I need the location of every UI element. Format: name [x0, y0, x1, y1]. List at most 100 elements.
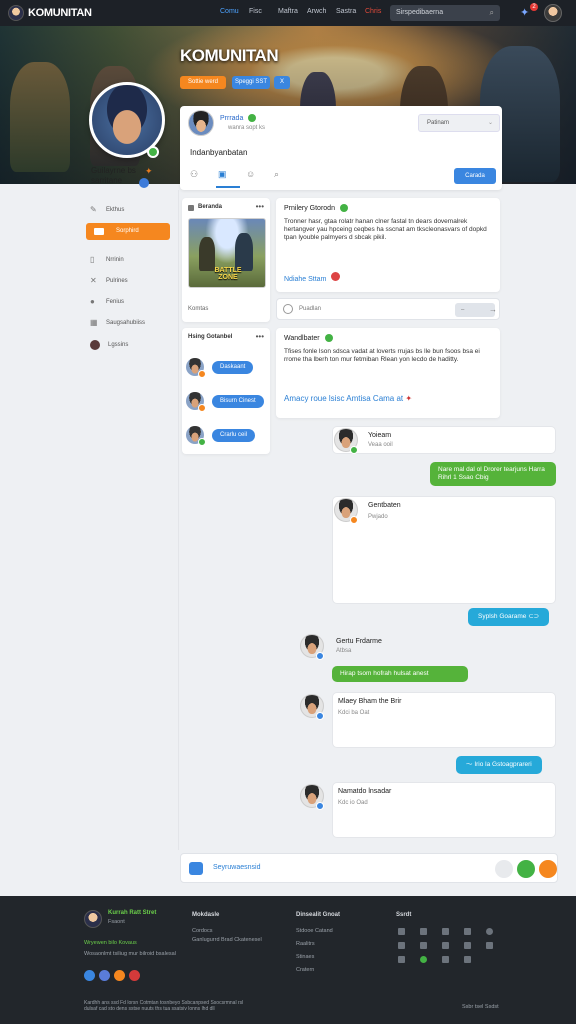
verified-icon: [248, 114, 257, 122]
active-tab-indicator: [216, 186, 240, 188]
search-tab-icon[interactable]: ⌕: [274, 168, 284, 180]
banner-button-1[interactable]: Sottie werd: [180, 76, 226, 89]
sidebar-item-3[interactable]: ● Fenius: [90, 298, 124, 306]
friends-more-icon[interactable]: •••: [256, 332, 264, 341]
chat-name-4: Mlaey Bham the Brir: [338, 698, 402, 705]
composer-username[interactable]: Prrrada: [220, 114, 257, 122]
banner-button-2[interactable]: Speggi SST: [232, 76, 270, 89]
sidebar-item-2[interactable]: ✕ Pulrines: [90, 277, 128, 285]
youtube-icon[interactable]: [129, 970, 140, 981]
footer-bottom-right[interactable]: Ssbr tsel Ssdst: [462, 1004, 499, 1010]
feed-search-placeholder: Puadlan: [299, 306, 322, 312]
nav-link-4[interactable]: Arwch: [307, 8, 336, 15]
footer-col2-item-4[interactable]: Cratern: [296, 967, 314, 973]
grid-icon: ▦: [90, 318, 98, 327]
footer-icon-8[interactable]: [442, 942, 449, 949]
sidebar-item-4-label: Saugsahubiiss: [106, 320, 146, 326]
footer-copyright: Kardhh ans ssd Fd lorsn Cotmtan tosnbeyo…: [84, 1000, 244, 1012]
footer-col1-item-1[interactable]: Cordocs: [192, 928, 212, 934]
footer-icon-14[interactable]: [464, 956, 471, 963]
friend-button-2[interactable]: Bisurn Cinest: [212, 395, 264, 408]
nav-search-input[interactable]: Sirspedibaerna ⌕: [390, 5, 500, 21]
user-avatar[interactable]: [544, 4, 562, 22]
footer-link[interactable]: Wryewen bilo Kovaus: [84, 940, 137, 946]
sidebar-item-5[interactable]: Lgssins: [90, 340, 128, 350]
footer-icon-11[interactable]: [398, 956, 405, 963]
logo-text[interactable]: KOMUNITAN: [28, 7, 92, 19]
composer-avatar[interactable]: [188, 110, 214, 136]
chat-name-2: Gentbaten: [368, 502, 401, 509]
game-card: Beranda ••• BATTLE ZONE Komtas: [182, 198, 270, 322]
twitter-icon[interactable]: [99, 970, 110, 981]
post-2-title[interactable]: Wandlbater: [284, 334, 333, 342]
chat-input[interactable]: Seyruwaesnsid: [213, 864, 260, 871]
feed-search-button[interactable]: – →: [455, 303, 497, 317]
attach-icon[interactable]: [189, 862, 203, 875]
feed-search-input[interactable]: Puadlan – →: [276, 298, 500, 320]
friend-item-1: Daskaant: [186, 358, 266, 378]
image-icon[interactable]: ▣: [218, 168, 228, 180]
post-1-link[interactable]: Ndiahe Sttam: [284, 272, 341, 283]
footer: Kurrah Ratt Stret Fsaont Wryewen bilo Ko…: [0, 896, 576, 1024]
instagram-icon[interactable]: [114, 970, 125, 981]
audience-select[interactable]: Patinam ⌄: [418, 114, 500, 132]
footer-icon-12[interactable]: [420, 956, 427, 963]
game-thumbnail[interactable]: BATTLE ZONE: [188, 218, 266, 288]
friend-item-2: Bisurn Cinest: [186, 392, 266, 412]
facebook-icon[interactable]: [84, 970, 95, 981]
arrow-right-icon: →: [489, 305, 497, 314]
more-options-icon[interactable]: •••: [256, 202, 264, 211]
tools-icon: ✕: [90, 276, 97, 285]
post-button[interactable]: Carada: [454, 168, 496, 184]
post-1-title[interactable]: Prnilery Gtorodn: [284, 204, 348, 212]
nav-links: Comu Fisc Maftra Arwch Sastra Chris: [220, 8, 394, 15]
footer-icon-5[interactable]: [486, 928, 493, 935]
sidebar-item-1[interactable]: ▯ Nrrinin: [90, 256, 124, 264]
sidebar-item-top[interactable]: ✎ Ekthus: [90, 206, 124, 214]
composer-tabs: ⚇ ▣ ☺ ⌕: [190, 168, 284, 180]
chat-sent-message-3-text: Irio la Gstoagprareri: [474, 761, 532, 768]
footer-icon-2[interactable]: [420, 928, 427, 935]
emoji-button[interactable]: [495, 860, 513, 878]
footer-icon-9[interactable]: [464, 942, 471, 949]
footer-tagline: Wosaonlmt tsiliug mur bilroid bsalesal: [84, 951, 176, 957]
friends-card-header: Hsing Gotanbel: [188, 334, 233, 340]
chat-sent-message-2: Syplsh Goarame ⊂⊃: [468, 608, 550, 626]
footer-col3-heading: Ssrdt: [396, 912, 412, 918]
footer-icon-6[interactable]: [398, 942, 405, 949]
footer-col1-item-2[interactable]: Ganlugurrd Brad Ckatenesel: [192, 937, 262, 943]
send-button[interactable]: [539, 860, 557, 878]
banner-character-1: [10, 62, 70, 172]
nav-link-5[interactable]: Sastra: [336, 8, 365, 15]
footer-icon-13[interactable]: [442, 956, 449, 963]
people-icon[interactable]: ⚇: [190, 168, 200, 180]
sidebar-item-4[interactable]: ▦ Saugsahubiiss: [90, 319, 145, 327]
voice-button[interactable]: [517, 860, 535, 878]
chat-sub-3: Atbsa: [336, 648, 352, 654]
post-2-link[interactable]: Amacy roue lsisc Amtisa Cama at ✦: [284, 394, 412, 403]
friend-button-1[interactable]: Daskaant: [212, 361, 254, 374]
footer-logo[interactable]: [84, 910, 102, 928]
logo-icon[interactable]: [8, 5, 24, 21]
footer-icon-3[interactable]: [442, 928, 449, 935]
footer-col2-item-1[interactable]: Stdooe Catand: [296, 928, 333, 934]
avatar-icon: [90, 340, 100, 350]
nav-link-3[interactable]: Maftra: [278, 8, 307, 15]
composer-text-input[interactable]: Indanbyanbatan: [190, 148, 247, 157]
footer-icon-10[interactable]: [486, 942, 493, 949]
banner-button-3[interactable]: X: [274, 76, 290, 89]
footer-brand-sub: Fsaont: [108, 919, 125, 925]
footer-col2-item-2[interactable]: Raalitrs: [296, 941, 315, 947]
footer-icon-1[interactable]: [398, 928, 405, 935]
post-1-link-text: Ndiahe Sttam: [284, 276, 327, 283]
sidebar-action-button[interactable]: Sorphird: [86, 223, 170, 240]
footer-col2-item-3[interactable]: Stinaes: [296, 954, 314, 960]
chat-message-1: [332, 426, 556, 454]
user-tag-icon[interactable]: ☺: [246, 168, 256, 180]
shield-icon: [139, 178, 149, 188]
footer-icon-4[interactable]: [464, 928, 471, 935]
nav-link-2[interactable]: Fisc: [249, 8, 278, 15]
footer-icon-7[interactable]: [420, 942, 427, 949]
nav-link-1[interactable]: Comu: [220, 8, 249, 15]
folder-icon: [94, 228, 104, 235]
